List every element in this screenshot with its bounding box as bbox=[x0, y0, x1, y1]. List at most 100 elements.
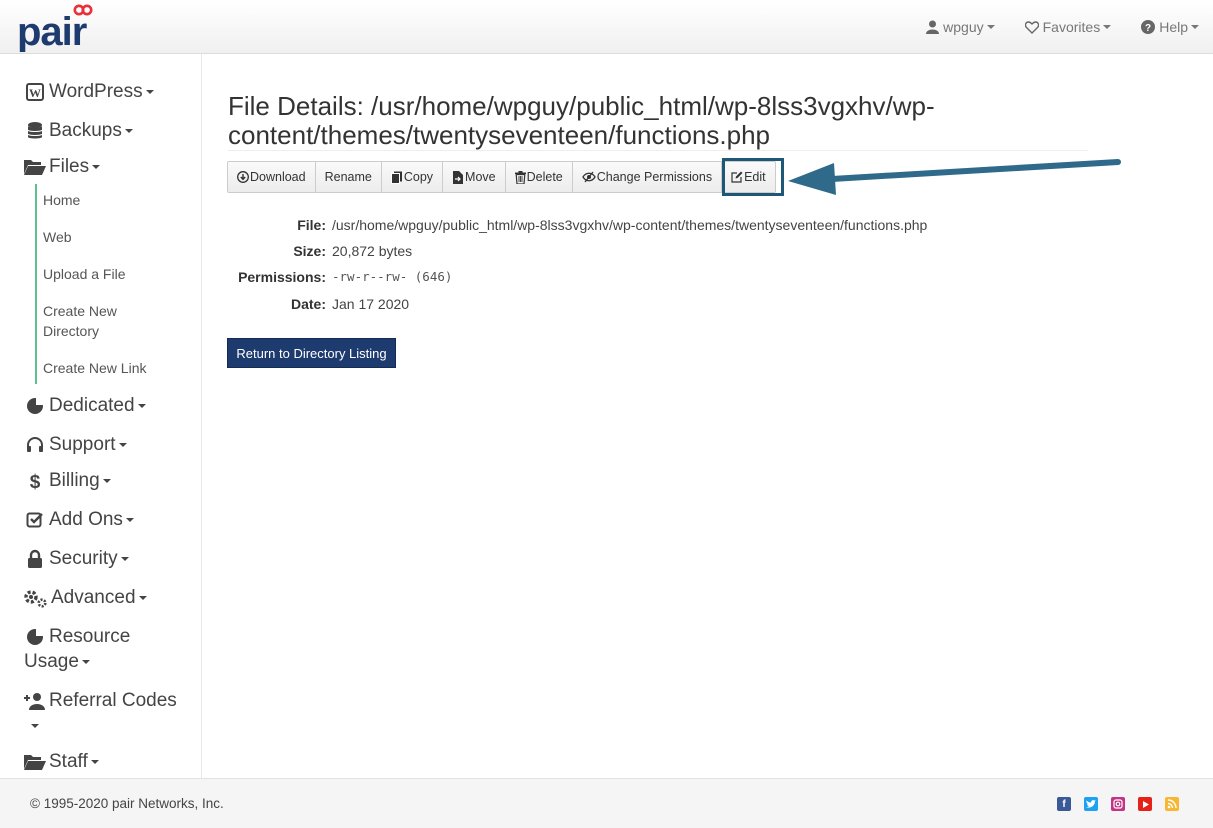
file-row: File: /usr/home/wpguy/public_html/wp-8ls… bbox=[228, 215, 1028, 235]
file-action-toolbar: Download Rename Copy Move Delete Change … bbox=[227, 161, 776, 193]
sidebar-item-staff[interactable]: Staff bbox=[24, 749, 99, 774]
change-permissions-button[interactable]: Change Permissions bbox=[573, 162, 723, 192]
favorites-menu-label: Favorites bbox=[1042, 19, 1101, 35]
page-title-line2: content/themes/twentyseventeen/functions… bbox=[228, 120, 771, 150]
question-circle-icon: ? bbox=[1141, 20, 1156, 34]
sidebar: W WordPress Backups Files Home Web Uploa… bbox=[0, 54, 202, 778]
eye-slash-icon bbox=[581, 171, 596, 183]
return-to-directory-button[interactable]: Return to Directory Listing bbox=[227, 338, 396, 368]
user-icon bbox=[926, 20, 940, 34]
trash-icon bbox=[514, 170, 526, 184]
sidebar-item-wordpress[interactable]: W WordPress bbox=[24, 79, 154, 104]
pie-chart-icon bbox=[24, 626, 46, 648]
caret-down-icon bbox=[145, 89, 154, 94]
help-menu[interactable]: ? Help bbox=[1141, 19, 1199, 35]
sidebar-item-resource-usage[interactable]: Resource Usage bbox=[24, 624, 130, 674]
delete-label: Delete bbox=[526, 170, 563, 184]
files-submenu: Home Web Upload a File Create New Direct… bbox=[35, 184, 175, 384]
sidebar-item-advanced[interactable]: Advanced bbox=[22, 585, 147, 610]
folder-open-icon bbox=[24, 156, 46, 178]
permissions-label: Permissions: bbox=[238, 269, 326, 285]
sidebar-item-label-line1: Resource bbox=[49, 626, 131, 647]
help-menu-label: Help bbox=[1159, 19, 1188, 35]
submenu-item-web[interactable]: Web bbox=[43, 227, 72, 247]
sidebar-item-support[interactable]: Support bbox=[24, 432, 127, 457]
edit-button-highlight bbox=[722, 158, 784, 196]
caret-down-icon bbox=[986, 25, 995, 29]
submenu-label-line1: Create New bbox=[43, 303, 117, 319]
pair-logo[interactable]: pair bbox=[17, 2, 97, 52]
pie-chart-icon bbox=[24, 395, 46, 417]
sidebar-item-label: WordPress bbox=[49, 81, 143, 102]
download-label: Download bbox=[250, 170, 306, 184]
caret-down-icon bbox=[1191, 25, 1199, 29]
delete-button[interactable]: Delete bbox=[506, 162, 573, 192]
lock-icon bbox=[24, 548, 46, 570]
footer: © 1995-2020 pair Networks, Inc. f bbox=[0, 778, 1213, 828]
file-path-value: /usr/home/wpguy/public_html/wp-8lss3vgxh… bbox=[332, 217, 928, 233]
page-title-line1: File Details: /usr/home/wpguy/public_htm… bbox=[228, 91, 935, 121]
caret-down-icon bbox=[124, 128, 133, 133]
permissions-value: -rw-r--rw- (646) bbox=[332, 269, 453, 284]
user-plus-icon bbox=[24, 690, 46, 712]
sidebar-item-add-ons[interactable]: Add Ons bbox=[24, 507, 134, 532]
sidebar-item-label: Files bbox=[49, 156, 90, 177]
permissions-row: Permissions: -rw-r--rw- (646) bbox=[228, 267, 1028, 287]
submenu-item-upload-file[interactable]: Upload a File bbox=[43, 264, 126, 284]
sidebar-item-label: Support bbox=[49, 434, 116, 455]
sidebar-item-billing[interactable]: $ Billing bbox=[24, 468, 111, 493]
pointer-arrow bbox=[788, 159, 1121, 195]
svg-text:?: ? bbox=[1145, 23, 1151, 34]
rename-button[interactable]: Rename bbox=[316, 162, 382, 192]
wordpress-icon: W bbox=[24, 81, 46, 103]
headset-icon bbox=[24, 434, 46, 456]
submenu-item-create-directory[interactable]: Create New Directory bbox=[43, 301, 117, 341]
date-row: Date: Jan 17 2020 bbox=[228, 294, 1028, 314]
youtube-icon[interactable] bbox=[1138, 797, 1152, 811]
caret-down-icon bbox=[1103, 25, 1112, 29]
dollar-icon: $ bbox=[24, 470, 46, 492]
top-navbar: pair wpguy Favorites ? Help bbox=[0, 0, 1213, 54]
download-button[interactable]: Download bbox=[228, 162, 316, 192]
page-title: File Details: /usr/home/wpguy/public_htm… bbox=[228, 92, 1088, 150]
instagram-icon[interactable] bbox=[1111, 797, 1125, 811]
submenu-item-home[interactable]: Home bbox=[43, 190, 80, 210]
copy-label: Copy bbox=[403, 170, 434, 184]
copy-button[interactable]: Copy bbox=[382, 162, 444, 192]
twitter-icon[interactable] bbox=[1084, 797, 1098, 811]
sidebar-item-files[interactable]: Files bbox=[24, 154, 101, 179]
caret-down-icon bbox=[125, 517, 134, 522]
caret-down-icon bbox=[90, 759, 99, 764]
svg-text:pair: pair bbox=[17, 10, 87, 52]
submenu-item-create-link[interactable]: Create New Link bbox=[43, 358, 147, 378]
date-value: Jan 17 2020 bbox=[332, 296, 410, 312]
size-value: 20,872 bytes bbox=[332, 243, 413, 259]
sidebar-item-label: Add Ons bbox=[49, 509, 123, 530]
svg-text:W: W bbox=[29, 86, 41, 100]
sidebar-item-security[interactable]: Security bbox=[24, 546, 129, 571]
file-move-icon bbox=[453, 170, 464, 184]
sidebar-item-label: Backups bbox=[49, 120, 122, 141]
size-row: Size: 20,872 bytes bbox=[228, 241, 1028, 261]
caret-down-icon bbox=[118, 442, 127, 447]
download-icon bbox=[237, 171, 249, 183]
size-label: Size: bbox=[293, 243, 326, 259]
sidebar-item-referral-codes[interactable]: Referral Codes bbox=[24, 688, 177, 731]
move-button[interactable]: Move bbox=[443, 162, 506, 192]
sidebar-item-label: Security bbox=[49, 548, 118, 569]
sidebar-item-label: Billing bbox=[49, 470, 100, 491]
favorites-menu[interactable]: Favorites bbox=[1024, 19, 1112, 35]
caret-down-icon bbox=[138, 595, 147, 600]
file-label: File: bbox=[297, 217, 326, 233]
caret-down-icon bbox=[120, 556, 129, 561]
svg-text:$: $ bbox=[30, 472, 41, 491]
sidebar-item-label: Referral Codes bbox=[49, 690, 177, 711]
rename-label: Rename bbox=[324, 170, 372, 184]
sidebar-item-backups[interactable]: Backups bbox=[24, 118, 133, 143]
sidebar-item-dedicated[interactable]: Dedicated bbox=[24, 393, 146, 418]
rss-icon[interactable] bbox=[1165, 797, 1179, 811]
user-menu[interactable]: wpguy bbox=[926, 19, 995, 35]
submenu-label-line2: Directory bbox=[43, 323, 100, 339]
sidebar-item-label-line2: Usage bbox=[24, 651, 79, 672]
facebook-icon[interactable]: f bbox=[1057, 797, 1071, 811]
